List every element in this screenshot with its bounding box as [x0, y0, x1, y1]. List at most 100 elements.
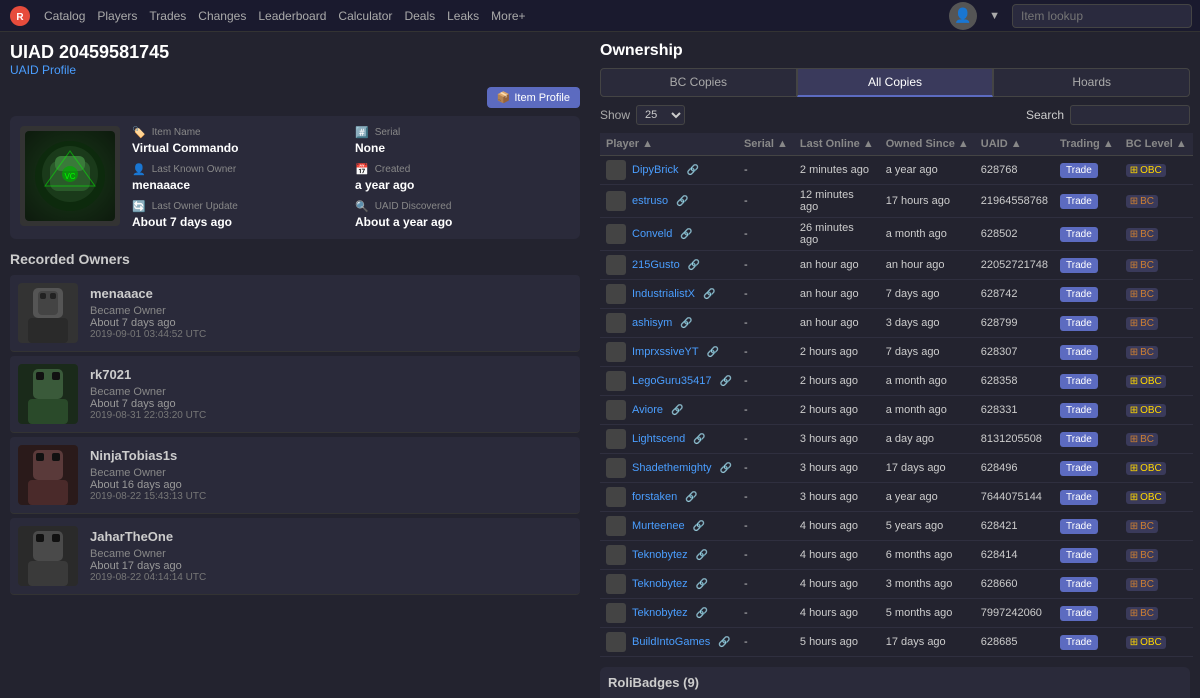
uid-subtitle[interactable]: UAID Profile	[10, 63, 580, 77]
tab-all-copies[interactable]: All Copies	[797, 68, 994, 97]
owner-date-2: 2019-08-22 15:43:13 UTC	[90, 491, 572, 502]
user-dropdown-icon[interactable]: ▼	[989, 10, 1000, 22]
uaid-cell: 628799	[975, 309, 1054, 338]
owners-list: menaaace Became Owner About 7 days ago 2…	[10, 275, 580, 595]
player-name[interactable]: IndustrialistX	[632, 288, 695, 300]
trade-button[interactable]: Trade	[1060, 227, 1098, 242]
player-name[interactable]: 215Gusto	[632, 259, 680, 271]
player-name[interactable]: DipyBrick	[632, 164, 678, 176]
nav-calculator[interactable]: Calculator	[338, 9, 392, 23]
rollbadges-section: RoliBadges (9) 1M+500K+100K+🔧🎪💎1010✓	[600, 667, 1190, 698]
owner-name-1[interactable]: rk7021	[90, 367, 572, 382]
player-avatar	[606, 191, 626, 211]
owner-avatar-2	[18, 445, 78, 505]
rollbadges-title: RoliBadges (9)	[608, 675, 1182, 690]
player-name[interactable]: estruso	[632, 195, 668, 207]
trade-button[interactable]: Trade	[1060, 606, 1098, 621]
bc-badge: ⊞ OBC	[1126, 404, 1166, 417]
owner-row: rk7021 Became Owner About 7 days ago 201…	[10, 356, 580, 433]
nav-leaderboard[interactable]: Leaderboard	[258, 9, 326, 23]
nav-deals[interactable]: Deals	[404, 9, 435, 23]
owner-name-0[interactable]: menaaace	[90, 286, 572, 301]
player-avatar	[606, 284, 626, 304]
player-name[interactable]: Teknobytez	[632, 578, 688, 590]
trade-button[interactable]: Trade	[1060, 194, 1098, 209]
table-header[interactable]: UAID ▲	[975, 133, 1054, 156]
table-header[interactable]: Serial ▲	[738, 133, 794, 156]
created-value: a year ago	[355, 178, 570, 192]
trade-button[interactable]: Trade	[1060, 490, 1098, 505]
player-name[interactable]: forstaken	[632, 491, 677, 503]
table-header[interactable]: Trading ▲	[1054, 133, 1120, 156]
show-select[interactable]: 2550100	[636, 105, 685, 125]
bc-level-cell: ⊞ BC	[1120, 570, 1193, 599]
trade-button[interactable]: Trade	[1060, 461, 1098, 476]
nav-changes[interactable]: Changes	[198, 9, 246, 23]
player-name[interactable]: Murteenee	[632, 520, 685, 532]
player-name[interactable]: Shadethemighty	[632, 462, 712, 474]
tab-bc-copies[interactable]: BC Copies	[600, 68, 797, 97]
table-header[interactable]: Player ▲	[600, 133, 738, 156]
nav-leaks[interactable]: Leaks	[447, 9, 479, 23]
player-name[interactable]: ashisym	[632, 317, 672, 329]
trade-button[interactable]: Trade	[1060, 258, 1098, 273]
link-icon: 🔗	[703, 289, 715, 300]
trade-button[interactable]: Trade	[1060, 374, 1098, 389]
serial-cell: -	[738, 251, 794, 280]
trade-button[interactable]: Trade	[1060, 316, 1098, 331]
last-online-cell: 3 hours ago	[794, 454, 880, 483]
trade-button[interactable]: Trade	[1060, 635, 1098, 650]
bc-level-cell: ⊞ BC	[1120, 541, 1193, 570]
player-name[interactable]: Lightscend	[632, 433, 685, 445]
trading-cell: Trade	[1054, 570, 1120, 599]
bc-icon: ⊞	[1130, 521, 1138, 532]
nav-more[interactable]: More+	[491, 9, 525, 23]
trade-button[interactable]: Trade	[1060, 577, 1098, 592]
bc-badge: ⊞ BC	[1126, 433, 1158, 446]
table-row: Conveld 🔗 - 26 minutes ago a month ago 6…	[600, 218, 1193, 251]
serial-cell: -	[738, 367, 794, 396]
user-avatar-icon[interactable]: 👤	[949, 2, 977, 30]
owned-since-cell: 3 months ago	[880, 570, 975, 599]
link-icon: 🔗	[718, 637, 730, 648]
table-header[interactable]: Last Online ▲	[794, 133, 880, 156]
player-name[interactable]: ImprxssiveYT	[632, 346, 699, 358]
bc-icon: ⊞	[1130, 405, 1138, 416]
uaid-cell: 628660	[975, 570, 1054, 599]
owned-since-cell: a month ago	[880, 218, 975, 251]
bc-level-cell: ⊞ OBC	[1120, 367, 1193, 396]
trade-button[interactable]: Trade	[1060, 432, 1098, 447]
table-search-input[interactable]	[1070, 105, 1190, 125]
trade-button[interactable]: Trade	[1060, 287, 1098, 302]
nav-players[interactable]: Players	[97, 9, 137, 23]
trade-button[interactable]: Trade	[1060, 403, 1098, 418]
search-input[interactable]	[1012, 4, 1192, 28]
owner-row: NinjaTobias1s Became Owner About 16 days…	[10, 437, 580, 514]
trade-button[interactable]: Trade	[1060, 163, 1098, 178]
trade-button[interactable]: Trade	[1060, 519, 1098, 534]
update-icon: 🔄	[132, 200, 146, 213]
uaid-cell: 628358	[975, 367, 1054, 396]
uaid-cell: 628502	[975, 218, 1054, 251]
player-name[interactable]: Conveld	[632, 228, 672, 240]
player-name[interactable]: LegoGuru35417	[632, 375, 712, 387]
owner-name-2[interactable]: NinjaTobias1s	[90, 448, 572, 463]
trade-button[interactable]: Trade	[1060, 548, 1098, 563]
serial-cell: -	[738, 280, 794, 309]
tab-hoards[interactable]: Hoards	[993, 68, 1190, 97]
uaid-cell: 628331	[975, 396, 1054, 425]
nav-catalog[interactable]: Catalog	[44, 9, 85, 23]
table-header[interactable]: Owned Since ▲	[880, 133, 975, 156]
player-name[interactable]: Teknobytez	[632, 549, 688, 561]
trading-cell: Trade	[1054, 628, 1120, 657]
player-name[interactable]: Teknobytez	[632, 607, 688, 619]
trade-button[interactable]: Trade	[1060, 345, 1098, 360]
table-header[interactable]: BC Level ▲	[1120, 133, 1193, 156]
owner-name: menaaace	[132, 178, 347, 192]
owner-name-3[interactable]: JaharTheOne	[90, 529, 572, 544]
bc-badge: ⊞ BC	[1126, 520, 1158, 533]
player-name[interactable]: BuildIntoGames	[632, 636, 710, 648]
item-profile-button[interactable]: 📦 Item Profile	[487, 87, 580, 108]
player-name[interactable]: Aviore	[632, 404, 663, 416]
nav-trades[interactable]: Trades	[149, 9, 186, 23]
